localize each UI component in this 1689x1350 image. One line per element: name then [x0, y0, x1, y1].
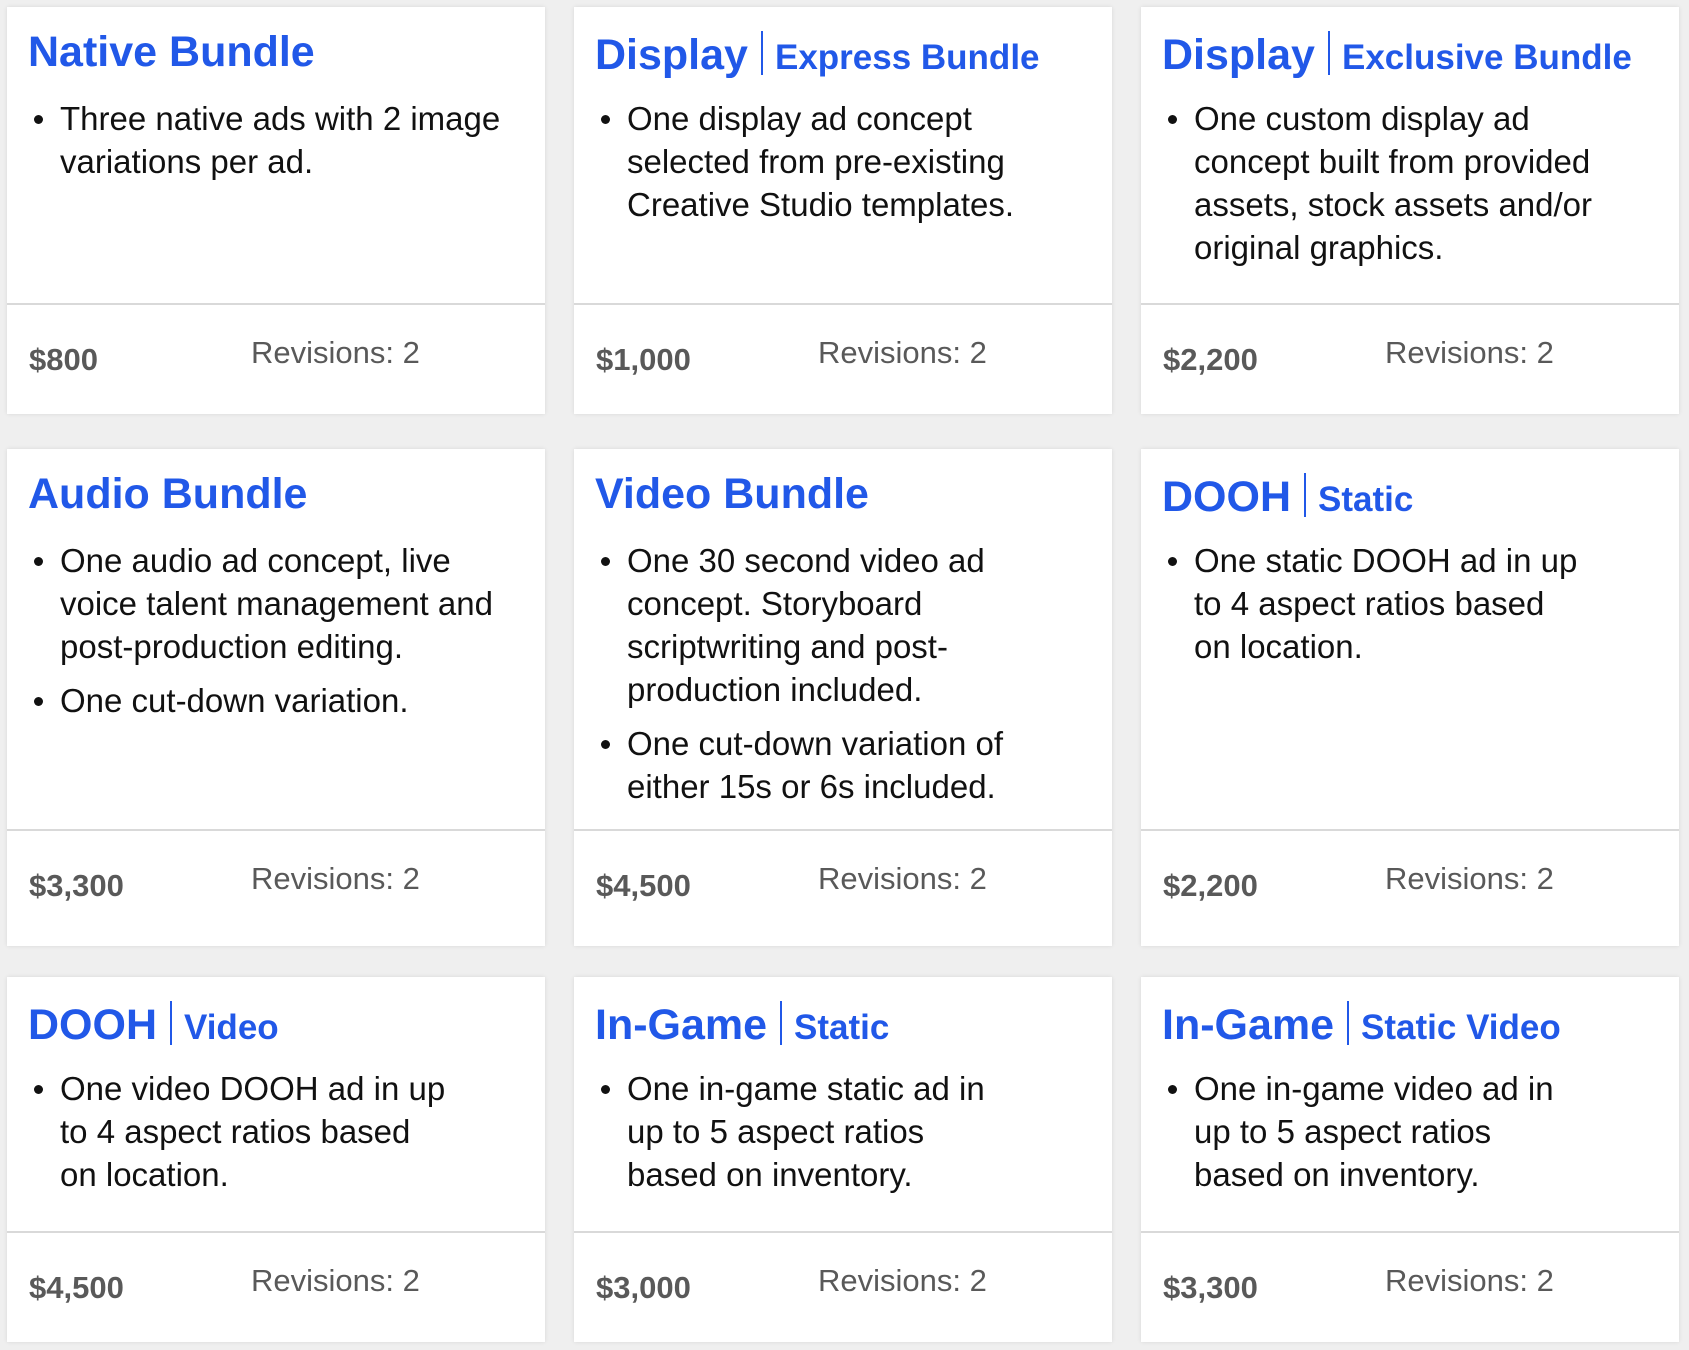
card-title: In-Game Static: [595, 1001, 889, 1047]
card-footer: $2,200 Revisions: 2: [1141, 829, 1679, 946]
price-label: $3,000: [596, 1270, 691, 1305]
feature-item: One in-game video ad in up to 5 aspect r…: [1163, 1067, 1583, 1196]
card-title-sub: Static: [1318, 480, 1414, 519]
revisions-label: Revisions: 2: [251, 335, 420, 370]
card-title: Display Exclusive Bundle: [1162, 31, 1632, 77]
card-footer: $4,500 Revisions: 2: [574, 829, 1112, 946]
bundle-card-display-exclusive[interactable]: Display Exclusive Bundle One custom displ…: [1141, 7, 1679, 414]
bundle-card-video[interactable]: Video Bundle One 30 second video ad conc…: [574, 449, 1112, 946]
card-title-sub: Express Bundle: [774, 38, 1040, 77]
card-footer: $800 Revisions: 2: [7, 303, 545, 414]
card-title-sub: Video: [184, 1008, 279, 1047]
card-body: Native Bundle Three native ads with 2 im…: [7, 7, 545, 303]
title-divider: [1327, 31, 1330, 75]
price-label: $3,300: [29, 868, 124, 903]
bundle-card-display-express[interactable]: Display Express Bundle One display ad con…: [574, 7, 1112, 414]
card-body: DOOH Static One static DOOH ad in up to 4…: [1141, 449, 1679, 829]
feature-item: One display ad concept selected from pre…: [596, 97, 1036, 226]
feature-list: One 30 second video ad concept. Storyboa…: [596, 539, 1036, 819]
card-body: Display Exclusive Bundle One custom displ…: [1141, 7, 1679, 303]
feature-list: One custom display ad concept built from…: [1163, 97, 1633, 280]
feature-item: One 30 second video ad concept. Storyboa…: [596, 539, 1036, 711]
card-body: In-Game Static Video One in-game video ad…: [1141, 977, 1679, 1231]
card-title: DOOH Static: [1162, 473, 1413, 519]
card-footer: $3,300 Revisions: 2: [7, 829, 545, 946]
title-divider: [170, 1001, 172, 1045]
feature-item: One cut-down variation of either 15s or …: [596, 722, 1036, 808]
feature-item: One cut-down variation.: [29, 679, 524, 722]
card-title-main: Display: [595, 31, 748, 79]
card-title: In-Game Static Video: [1162, 1001, 1561, 1047]
feature-list: One video DOOH ad in up to 4 aspect rati…: [29, 1067, 449, 1207]
revisions-label: Revisions: 2: [818, 1263, 987, 1298]
feature-list: One display ad concept selected from pre…: [596, 97, 1036, 237]
card-title-main: In-Game: [595, 1001, 768, 1049]
card-footer: $4,500 Revisions: 2: [7, 1231, 545, 1342]
feature-item: One custom display ad concept built from…: [1163, 97, 1633, 269]
feature-item: One video DOOH ad in up to 4 aspect rati…: [29, 1067, 449, 1196]
price-label: $800: [29, 342, 98, 377]
card-title-sub: Static: [794, 1008, 890, 1047]
bundle-card-native[interactable]: Native Bundle Three native ads with 2 im…: [7, 7, 545, 414]
feature-list: Three native ads with 2 image variations…: [29, 97, 524, 194]
feature-list: One static DOOH ad in up to 4 aspect rat…: [1163, 539, 1583, 679]
title-divider: [780, 1001, 783, 1045]
revisions-label: Revisions: 2: [251, 1263, 420, 1298]
feature-item: One static DOOH ad in up to 4 aspect rat…: [1163, 539, 1583, 668]
card-footer: $3,000 Revisions: 2: [574, 1231, 1112, 1342]
price-label: $4,500: [596, 868, 691, 903]
revisions-label: Revisions: 2: [818, 335, 987, 370]
card-title-sub: Exclusive Bundle: [1341, 38, 1632, 77]
feature-list: One in-game static ad in up to 5 aspect …: [596, 1067, 1016, 1207]
bundle-card-ingame-static-video[interactable]: In-Game Static Video One in-game video ad…: [1141, 977, 1679, 1342]
card-title-main: In-Game: [1162, 1001, 1335, 1049]
card-body: DOOH Video One video DOOH ad in up to 4 a…: [7, 977, 545, 1231]
card-footer: $1,000 Revisions: 2: [574, 303, 1112, 414]
card-body: Video Bundle One 30 second video ad conc…: [574, 449, 1112, 829]
price-label: $1,000: [596, 342, 691, 377]
title-divider: [760, 31, 763, 75]
feature-list: One audio ad concept, live voice talent …: [29, 539, 524, 733]
price-label: $3,300: [1163, 1270, 1258, 1305]
revisions-label: Revisions: 2: [1385, 1263, 1554, 1298]
card-footer: $2,200 Revisions: 2: [1141, 303, 1679, 414]
revisions-label: Revisions: 2: [251, 861, 420, 896]
card-title-sub: Static Video: [1361, 1008, 1561, 1047]
card-title: Display Express Bundle: [595, 31, 1040, 77]
feature-item: Three native ads with 2 image variations…: [29, 97, 524, 183]
feature-list: One in-game video ad in up to 5 aspect r…: [1163, 1067, 1583, 1207]
card-title-main: Audio Bundle: [28, 470, 308, 518]
card-body: In-Game Static One in-game static ad in u…: [574, 977, 1112, 1231]
bundle-card-dooh-video[interactable]: DOOH Video One video DOOH ad in up to 4 a…: [7, 977, 545, 1342]
card-footer: $3,300 Revisions: 2: [1141, 1231, 1679, 1342]
price-label: $4,500: [29, 1270, 124, 1305]
card-body: Audio Bundle One audio ad concept, live …: [7, 449, 545, 829]
revisions-label: Revisions: 2: [1385, 861, 1554, 896]
bundle-card-dooh-static[interactable]: DOOH Static One static DOOH ad in up to 4…: [1141, 449, 1679, 946]
card-title-main: DOOH: [28, 1001, 157, 1049]
price-label: $2,200: [1163, 868, 1258, 903]
revisions-label: Revisions: 2: [818, 861, 987, 896]
card-title-main: Display: [1162, 31, 1315, 79]
card-title: DOOH Video: [28, 1001, 279, 1047]
card-title: Native Bundle: [28, 31, 315, 74]
card-title: Audio Bundle: [28, 473, 307, 516]
feature-item: One audio ad concept, live voice talent …: [29, 539, 524, 668]
price-label: $2,200: [1163, 342, 1258, 377]
feature-item: One in-game static ad in up to 5 aspect …: [596, 1067, 1016, 1196]
title-divider: [1304, 473, 1306, 517]
title-divider: [1347, 1001, 1350, 1045]
card-title: Video Bundle: [595, 473, 869, 516]
bundle-card-ingame-static[interactable]: In-Game Static One in-game static ad in u…: [574, 977, 1112, 1342]
card-title-main: Native Bundle: [28, 28, 315, 76]
bundle-card-audio[interactable]: Audio Bundle One audio ad concept, live …: [7, 449, 545, 946]
card-title-main: Video Bundle: [595, 470, 869, 518]
card-title-main: DOOH: [1162, 473, 1291, 521]
card-body: Display Express Bundle One display ad con…: [574, 7, 1112, 303]
revisions-label: Revisions: 2: [1385, 335, 1554, 370]
